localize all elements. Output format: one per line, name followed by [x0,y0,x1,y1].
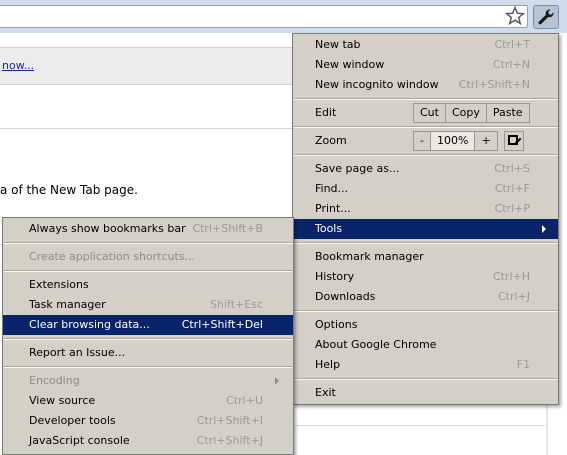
menu-item-exit[interactable]: Exit [293,383,558,403]
wrench-menu-button[interactable] [533,5,559,29]
menu-item-javascript-console[interactable]: JavaScript console Ctrl+Shift+J [3,431,293,451]
menu-separator [294,154,557,156]
menu-item-print[interactable]: Print... Ctrl+P [293,199,558,219]
menu-item-create-application-shortcuts[interactable]: Create application shortcuts... [3,247,293,267]
address-bar[interactable] [0,5,528,28]
menu-item-help[interactable]: Help F1 [293,355,558,375]
menu-item-bookmark-manager[interactable]: Bookmark manager [293,247,558,267]
menu-item-developer-tools[interactable]: Developer tools Ctrl+Shift+I [3,411,293,431]
wrench-menu: New tab Ctrl+T New window Ctrl+N New inc… [292,33,559,405]
menu-separator [294,310,557,312]
menu-separator [4,338,292,340]
menu-item-extensions[interactable]: Extensions [3,275,293,295]
menu-item-options[interactable]: Options [293,315,558,335]
paste-button[interactable]: Paste [485,103,530,123]
menu-item-always-show-bookmarks-bar[interactable]: Always show bookmarks bar Ctrl+Shift+B [3,219,293,239]
menu-item-report-an-issue[interactable]: Report an Issue... [3,343,293,363]
star-icon[interactable] [504,5,526,26]
menu-item-tools[interactable]: Tools [293,219,558,239]
menu-item-clear-browsing-data[interactable]: Clear browsing data... Ctrl+Shift+Del [3,315,293,335]
menu-separator [4,242,292,244]
menu-separator [4,366,292,368]
chevron-right-icon [542,225,546,233]
menu-separator [294,378,557,380]
menu-item-zoom: Zoom - 100% + [293,131,558,151]
menu-item-find[interactable]: Find... Ctrl+F [293,179,558,199]
menu-item-new-incognito-window[interactable]: New incognito window Ctrl+Shift+N [293,75,558,95]
infobar: now... [0,47,292,85]
page-divider [295,425,545,426]
menu-item-view-source[interactable]: View source Ctrl+U [3,391,293,411]
edit-button-group: Cut Copy Paste [413,103,530,123]
page-scrollbar[interactable] [546,400,548,455]
menu-separator [294,98,557,100]
menu-item-encoding[interactable]: Encoding [3,371,293,391]
menu-item-save-page-as[interactable]: Save page as... Ctrl+S [293,159,558,179]
menu-item-new-tab[interactable]: New tab Ctrl+T [293,35,558,55]
chevron-right-icon [275,377,279,385]
menu-item-task-manager[interactable]: Task manager Shift+Esc [3,295,293,315]
page-text: a of the New Tab page. [0,183,138,197]
menu-item-downloads[interactable]: Downloads Ctrl+J [293,287,558,307]
menu-item-new-window[interactable]: New window Ctrl+N [293,55,558,75]
menu-item-history[interactable]: History Ctrl+H [293,267,558,287]
zoom-in-button[interactable]: + [474,131,498,151]
menu-item-edit: Edit Cut Copy Paste [293,103,558,123]
fullscreen-button[interactable] [504,131,524,151]
wrench-icon [538,9,554,25]
page-divider [0,128,292,129]
copy-button[interactable]: Copy [444,103,486,123]
zoom-level: 100% [429,131,475,151]
cut-button[interactable]: Cut [413,103,445,123]
zoom-out-button[interactable]: - [413,131,430,151]
menu-separator [4,270,292,272]
menu-item-about-google-chrome[interactable]: About Google Chrome [293,335,558,355]
fullscreen-icon [508,135,518,145]
infobar-link[interactable]: now... [2,59,34,72]
zoom-controls: - 100% + [413,131,498,151]
menu-separator [294,242,557,244]
menu-separator [294,126,557,128]
tools-submenu: Always show bookmarks bar Ctrl+Shift+B C… [2,217,294,455]
